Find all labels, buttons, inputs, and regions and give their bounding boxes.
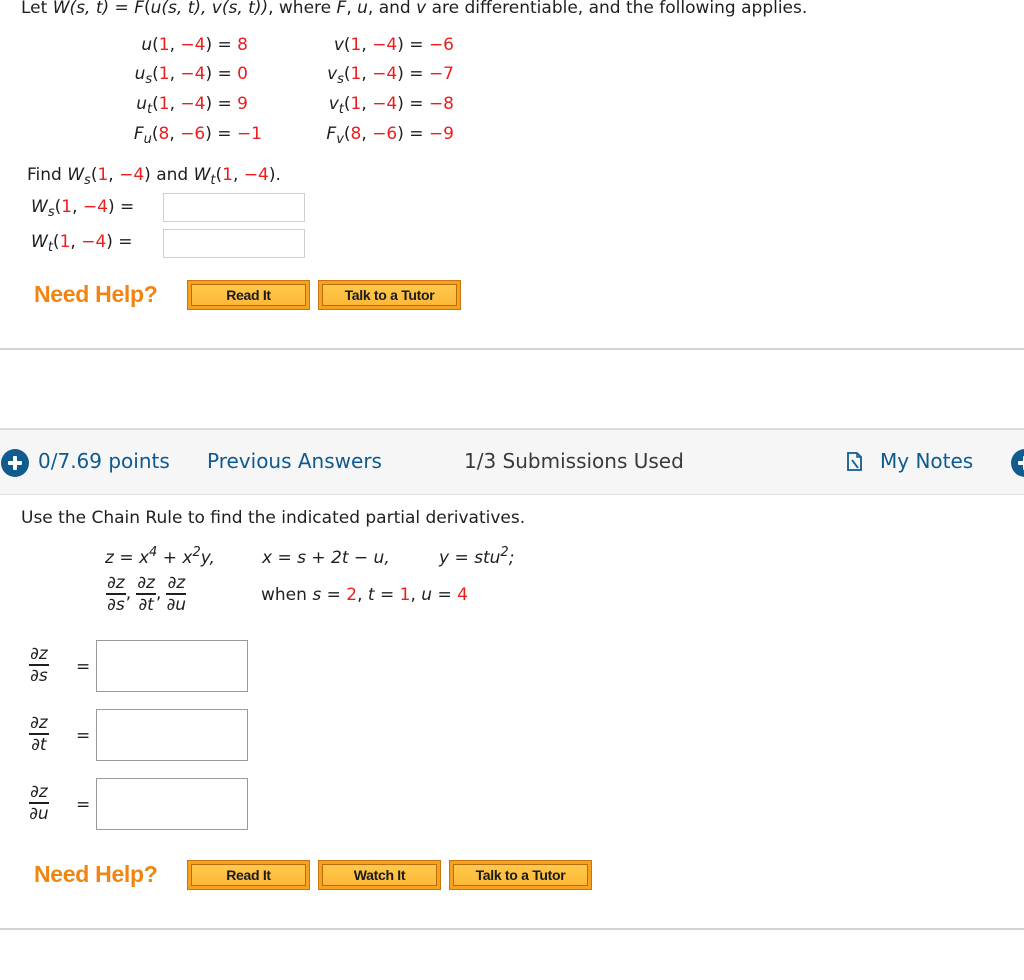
dz-ds-label: ∂z ∂s: [29, 644, 49, 686]
need-help-label: Need Help?: [34, 281, 158, 307]
y-definition: y = stu2;: [439, 545, 515, 568]
notes-icon[interactable]: [846, 452, 864, 472]
question1-intro: Let W(s, t) = F(u(s, t), v(s, t)), where…: [21, 0, 808, 18]
dz-du-label: ∂z ∂u: [29, 782, 49, 824]
dz-ds-answer-input[interactable]: [96, 640, 248, 692]
ws-label: Ws(1, −4) =: [31, 197, 135, 220]
submissions-used: 1/3 Submissions Used: [464, 449, 684, 473]
question2-intro: Use the Chain Rule to find the indicated…: [21, 508, 526, 528]
wt-label: Wt(1, −4) =: [31, 232, 133, 255]
equals-sign: =: [76, 657, 91, 677]
section-divider: [0, 928, 1024, 930]
section-divider: [0, 348, 1024, 350]
target-derivatives: ∂z ∂s, ∂z ∂t, ∂z ∂u: [106, 573, 187, 615]
talk-to-tutor-button[interactable]: Talk to a Tutor: [318, 280, 461, 310]
dz-dt-answer-input[interactable]: [96, 709, 248, 761]
equals-sign: =: [76, 726, 91, 746]
wt-answer-input[interactable]: [163, 229, 305, 258]
read-it-button[interactable]: Read It: [187, 860, 310, 890]
read-it-button[interactable]: Read It: [187, 280, 310, 310]
dz-dt-label: ∂z ∂t: [29, 713, 49, 755]
evaluation-point: when s = 2, t = 1, u = 4: [261, 585, 468, 605]
ws-answer-input[interactable]: [163, 193, 305, 222]
dz-du-answer-input[interactable]: [96, 778, 248, 830]
expand-plus-icon[interactable]: [1, 449, 29, 477]
points-display: 0/7.69 points: [38, 449, 170, 473]
find-prompt: Find Ws(1, −4) and Wt(1, −4).: [27, 165, 281, 188]
my-notes-link[interactable]: My Notes: [880, 449, 973, 473]
watch-it-button[interactable]: Watch It: [318, 860, 441, 890]
x-definition: x = s + 2t − u,: [262, 548, 390, 568]
previous-answers-link[interactable]: Previous Answers: [207, 449, 382, 473]
need-help-label: Need Help?: [34, 861, 158, 887]
target-dz-du: ∂z ∂u: [166, 573, 187, 615]
target-dz-dt: ∂z ∂t: [136, 573, 156, 615]
target-dz-ds: ∂z ∂s: [106, 573, 126, 615]
talk-to-tutor-button[interactable]: Talk to a Tutor: [449, 860, 592, 890]
function-definitions: z = x4 + x2y,: [105, 545, 215, 568]
equals-sign: =: [76, 795, 91, 815]
